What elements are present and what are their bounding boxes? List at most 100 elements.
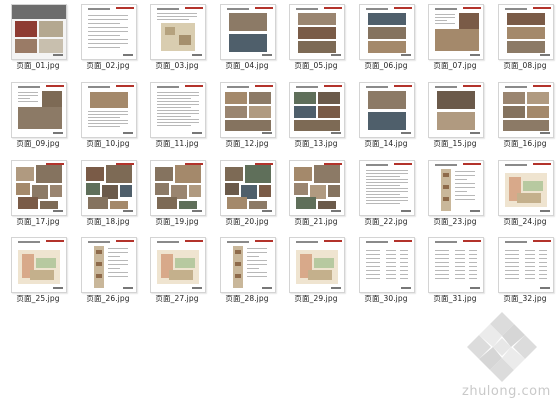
file-thumbnail[interactable]: [220, 160, 276, 216]
file-item[interactable]: 页面_06.jpg: [351, 4, 417, 70]
file-name-label: 页面_28.jpg: [225, 294, 269, 303]
file-thumbnail[interactable]: [498, 4, 554, 60]
file-name-label: 页面_21.jpg: [294, 217, 338, 226]
file-name-label: 页面_05.jpg: [294, 61, 338, 70]
file-item[interactable]: 页面_15.jpg: [420, 82, 486, 148]
file-item[interactable]: 页面_28.jpg: [212, 237, 278, 303]
file-name-label: 页面_02.jpg: [86, 61, 130, 70]
file-name-label: 页面_15.jpg: [433, 139, 477, 148]
file-thumbnail[interactable]: [150, 82, 206, 138]
file-name-label: 页面_01.jpg: [16, 61, 60, 70]
file-thumbnail[interactable]: [359, 237, 415, 293]
file-name-label: 页面_29.jpg: [294, 294, 338, 303]
file-thumbnail[interactable]: [289, 82, 345, 138]
file-thumbnail[interactable]: [428, 237, 484, 293]
file-name-label: 页面_24.jpg: [503, 217, 547, 226]
file-item[interactable]: 页面_32.jpg: [490, 237, 556, 303]
file-thumbnail[interactable]: [428, 82, 484, 138]
file-name-label: 页面_23.jpg: [433, 217, 477, 226]
file-name-label: 页面_18.jpg: [86, 217, 130, 226]
file-name-label: 页面_30.jpg: [364, 294, 408, 303]
file-item[interactable]: 页面_24.jpg: [490, 160, 556, 226]
file-item[interactable]: 页面_01.jpg: [3, 4, 69, 70]
file-item[interactable]: 页面_07.jpg: [420, 4, 486, 70]
watermark-text: zhulong.com: [462, 384, 551, 399]
file-name-label: 页面_08.jpg: [503, 61, 547, 70]
file-thumbnail[interactable]: [220, 82, 276, 138]
zhulong-watermark: zhulong.com: [462, 308, 551, 408]
file-item[interactable]: 页面_19.jpg: [142, 160, 208, 226]
file-item[interactable]: 页面_31.jpg: [420, 237, 486, 303]
file-thumbnail[interactable]: [81, 4, 137, 60]
file-thumbnail[interactable]: [498, 82, 554, 138]
file-item[interactable]: 页面_12.jpg: [212, 82, 278, 148]
thumbnail-view: 页面_01.jpg 页面_02.jpg 页面_03.jpg 页面_04.jpg 页面_0…: [0, 0, 560, 420]
file-name-label: 页面_32.jpg: [503, 294, 547, 303]
file-item[interactable]: 页面_04.jpg: [212, 4, 278, 70]
file-item[interactable]: 页面_23.jpg: [420, 160, 486, 226]
file-thumbnail[interactable]: [150, 237, 206, 293]
file-thumbnail[interactable]: [498, 160, 554, 216]
file-item[interactable]: 页面_26.jpg: [73, 237, 139, 303]
file-item[interactable]: 页面_10.jpg: [73, 82, 139, 148]
file-name-label: 页面_25.jpg: [16, 294, 60, 303]
file-item[interactable]: 页面_08.jpg: [490, 4, 556, 70]
file-name-label: 页面_13.jpg: [294, 139, 338, 148]
file-thumbnail[interactable]: [359, 82, 415, 138]
file-name-label: 页面_26.jpg: [86, 294, 130, 303]
file-name-label: 页面_06.jpg: [364, 61, 408, 70]
file-name-label: 页面_31.jpg: [433, 294, 477, 303]
file-item[interactable]: 页面_20.jpg: [212, 160, 278, 226]
file-item[interactable]: 页面_25.jpg: [3, 237, 69, 303]
file-item[interactable]: 页面_09.jpg: [3, 82, 69, 148]
file-thumbnail[interactable]: [498, 237, 554, 293]
file-thumbnail[interactable]: [220, 4, 276, 60]
file-name-label: 页面_10.jpg: [86, 139, 130, 148]
file-name-label: 页面_11.jpg: [155, 139, 199, 148]
file-item[interactable]: 页面_22.jpg: [351, 160, 417, 226]
file-thumbnail[interactable]: [11, 82, 67, 138]
file-item[interactable]: 页面_14.jpg: [351, 82, 417, 148]
file-thumbnail[interactable]: [150, 4, 206, 60]
file-thumbnail[interactable]: [428, 160, 484, 216]
file-item[interactable]: 页面_18.jpg: [73, 160, 139, 226]
file-thumbnail[interactable]: [11, 160, 67, 216]
watermark-logo-icon: [467, 312, 537, 382]
file-name-label: 页面_19.jpg: [155, 217, 199, 226]
file-item[interactable]: 页面_30.jpg: [351, 237, 417, 303]
file-thumbnail[interactable]: [359, 160, 415, 216]
file-thumbnail[interactable]: [81, 82, 137, 138]
file-item[interactable]: 页面_21.jpg: [281, 160, 347, 226]
file-item[interactable]: 页面_11.jpg: [142, 82, 208, 148]
file-thumbnail[interactable]: [428, 4, 484, 60]
file-item[interactable]: 页面_17.jpg: [3, 160, 69, 226]
file-thumbnail[interactable]: [289, 4, 345, 60]
file-thumbnail[interactable]: [289, 160, 345, 216]
file-thumbnail[interactable]: [359, 4, 415, 60]
file-name-label: 页面_17.jpg: [16, 217, 60, 226]
file-item[interactable]: 页面_03.jpg: [142, 4, 208, 70]
file-name-label: 页面_09.jpg: [16, 139, 60, 148]
file-thumbnail[interactable]: [11, 237, 67, 293]
file-name-label: 页面_03.jpg: [155, 61, 199, 70]
file-thumbnail[interactable]: [220, 237, 276, 293]
file-thumbnail[interactable]: [150, 160, 206, 216]
file-name-label: 页面_12.jpg: [225, 139, 269, 148]
file-name-label: 页面_04.jpg: [225, 61, 269, 70]
file-item[interactable]: 页面_27.jpg: [142, 237, 208, 303]
file-name-label: 页面_07.jpg: [433, 61, 477, 70]
file-item[interactable]: 页面_02.jpg: [73, 4, 139, 70]
file-thumbnail[interactable]: [11, 4, 67, 60]
file-item[interactable]: 页面_16.jpg: [490, 82, 556, 148]
file-name-label: 页面_27.jpg: [155, 294, 199, 303]
file-item[interactable]: 页面_05.jpg: [281, 4, 347, 70]
file-thumbnail[interactable]: [81, 160, 137, 216]
file-name-label: 页面_22.jpg: [364, 217, 408, 226]
file-thumbnail[interactable]: [289, 237, 345, 293]
file-name-label: 页面_20.jpg: [225, 217, 269, 226]
file-thumbnail[interactable]: [81, 237, 137, 293]
file-item[interactable]: 页面_29.jpg: [281, 237, 347, 303]
file-name-label: 页面_14.jpg: [364, 139, 408, 148]
file-name-label: 页面_16.jpg: [503, 139, 547, 148]
file-item[interactable]: 页面_13.jpg: [281, 82, 347, 148]
